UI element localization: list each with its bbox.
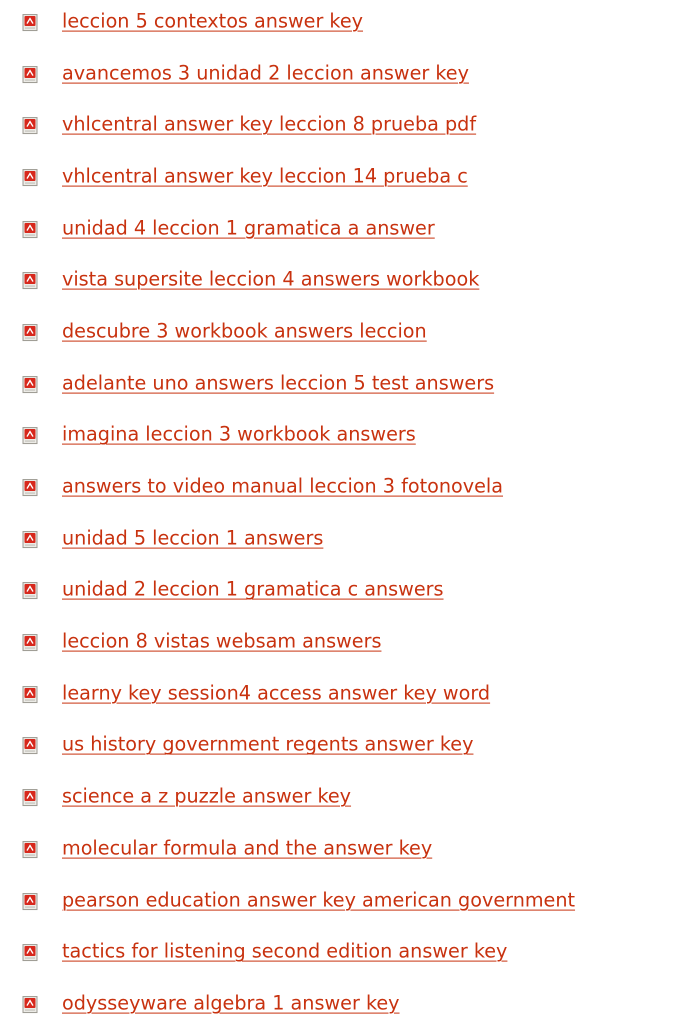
pdf-file-icon — [22, 13, 38, 31]
pdf-link[interactable]: adelante uno answers leccion 5 test answ… — [62, 371, 494, 395]
list-item: leccion 5 contextos answer key — [0, 0, 691, 50]
pdf-file-icon — [22, 479, 38, 497]
list-item: vista supersite leccion 4 answers workbo… — [0, 256, 691, 308]
pdf-file-icon — [22, 840, 38, 858]
pdf-link[interactable]: descubre 3 workbook answers leccion — [62, 320, 427, 344]
pdf-link[interactable]: pearson education answer key american go… — [62, 888, 575, 912]
list-item: leccion 8 vistas websam answers — [0, 618, 691, 670]
pdf-link[interactable]: learny key session4 access answer key wo… — [62, 681, 490, 705]
pdf-file-icon — [22, 220, 38, 238]
pdf-file-icon — [22, 65, 38, 83]
list-item: unidad 2 leccion 1 gramatica c answers — [0, 567, 691, 619]
pdf-link[interactable]: vhlcentral answer key leccion 14 prueba … — [62, 165, 468, 189]
pdf-file-icon — [22, 737, 38, 755]
list-item: unidad 4 leccion 1 gramatica a answer — [0, 205, 691, 257]
pdf-link[interactable]: vista supersite leccion 4 answers workbo… — [62, 268, 479, 292]
list-item: imagina leccion 3 workbook answers — [0, 412, 691, 464]
pdf-link[interactable]: science a z puzzle answer key — [62, 785, 351, 809]
pdf-link[interactable]: tactics for listening second edition ans… — [62, 940, 507, 964]
pdf-link[interactable]: us history government regents answer key — [62, 733, 473, 757]
pdf-file-icon — [22, 582, 38, 600]
pdf-file-icon — [22, 995, 38, 1013]
list-item: unidad 5 leccion 1 answers — [0, 515, 691, 567]
list-item: tactics for listening second edition ans… — [0, 928, 691, 980]
list-item: avancemos 3 unidad 2 leccion answer key — [0, 50, 691, 102]
list-item: vhlcentral answer key leccion 14 prueba … — [0, 153, 691, 205]
pdf-link[interactable]: imagina leccion 3 workbook answers — [62, 423, 416, 447]
pdf-link[interactable]: avancemos 3 unidad 2 leccion answer key — [62, 61, 469, 85]
pdf-link[interactable]: unidad 4 leccion 1 gramatica a answer — [62, 216, 435, 240]
pdf-file-icon — [22, 117, 38, 135]
pdf-link[interactable]: leccion 5 contextos answer key — [62, 9, 363, 33]
list-item: science a z puzzle answer key — [0, 773, 691, 825]
pdf-link[interactable]: vhlcentral answer key leccion 8 prueba p… — [62, 113, 476, 137]
pdf-link[interactable]: molecular formula and the answer key — [62, 836, 432, 860]
pdf-file-icon — [22, 427, 38, 445]
pdf-file-icon — [22, 634, 38, 652]
pdf-link[interactable]: leccion 8 vistas websam answers — [62, 630, 381, 654]
list-item: molecular formula and the answer key — [0, 825, 691, 877]
pdf-file-icon — [22, 375, 38, 393]
pdf-file-icon — [22, 168, 38, 186]
pdf-link[interactable]: odysseyware algebra 1 answer key — [62, 992, 400, 1016]
pdf-link[interactable]: unidad 2 leccion 1 gramatica c answers — [62, 578, 444, 602]
list-item: us history government regents answer key — [0, 722, 691, 774]
list-item: pearson education answer key american go… — [0, 877, 691, 929]
list-item: adelante uno answers leccion 5 test answ… — [0, 360, 691, 412]
list-item: descubre 3 workbook answers leccion — [0, 308, 691, 360]
pdf-file-icon — [22, 685, 38, 703]
list-item: learny key session4 access answer key wo… — [0, 670, 691, 722]
pdf-file-icon — [22, 944, 38, 962]
pdf-file-icon — [22, 324, 38, 342]
pdf-file-icon — [22, 789, 38, 807]
pdf-link[interactable]: unidad 5 leccion 1 answers — [62, 526, 323, 550]
pdf-file-icon — [22, 530, 38, 548]
list-item: answers to video manual leccion 3 fotono… — [0, 463, 691, 515]
list-item: vhlcentral answer key leccion 8 prueba p… — [0, 101, 691, 153]
pdf-link[interactable]: answers to video manual leccion 3 fotono… — [62, 475, 503, 499]
pdf-link-list: leccion 5 contextos answer key avancemos… — [0, 0, 691, 1032]
pdf-file-icon — [22, 272, 38, 290]
list-item: odysseyware algebra 1 answer key — [0, 980, 691, 1032]
pdf-file-icon — [22, 892, 38, 910]
